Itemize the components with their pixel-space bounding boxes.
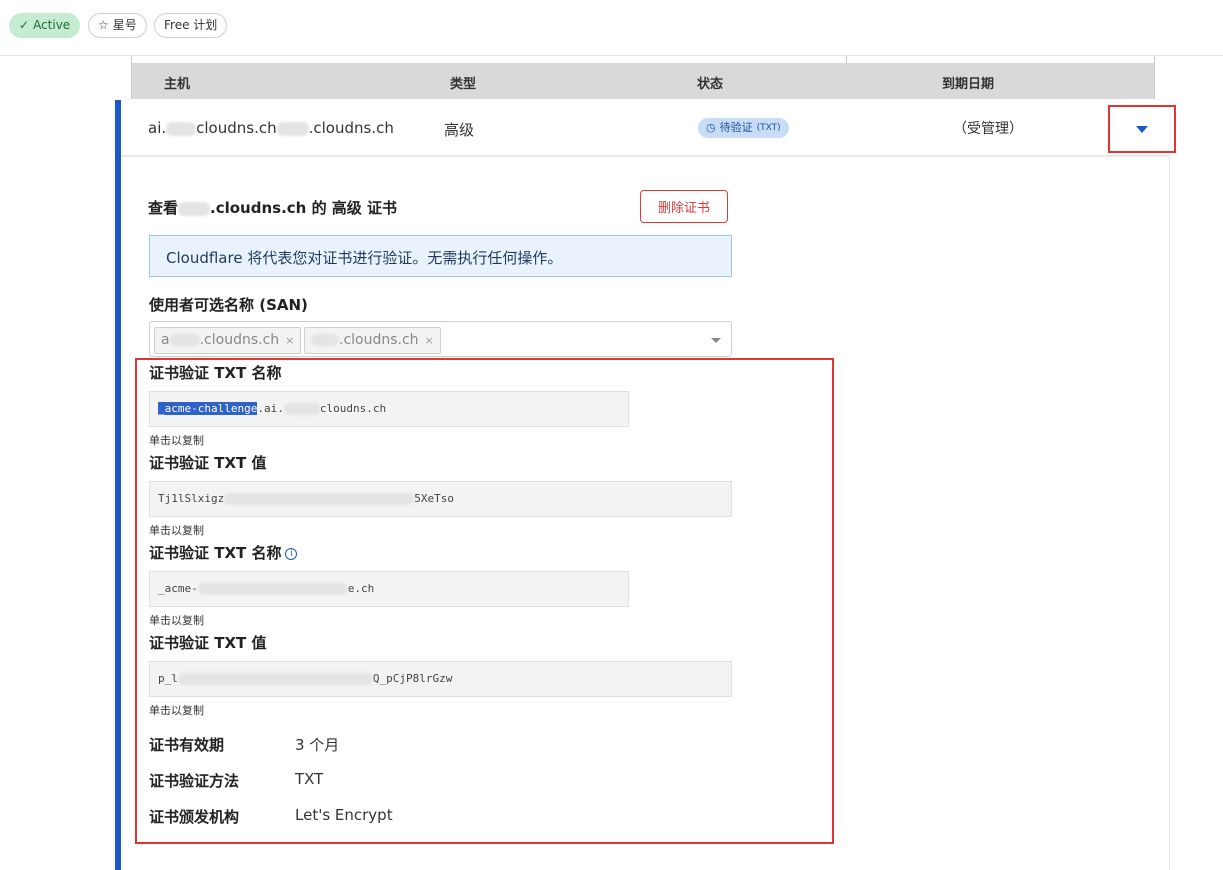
field-value-end: cloudns.ch (319, 402, 387, 415)
validity-label: 证书有效期 (149, 736, 225, 754)
field-value-end: e.ch (347, 582, 375, 595)
row-hosts: ai. cloudns.ch .cloudns.ch (148, 119, 394, 137)
star-label: 星号 (112, 18, 137, 32)
field-value-end: 5XeTso (414, 492, 454, 505)
star-icon: ☆ (98, 18, 109, 32)
redacted-text (311, 334, 339, 346)
certificates-table-header: 主机 类型 状态 到期日期 (131, 63, 1155, 99)
delete-certificate-button[interactable]: 删除证书 (640, 190, 728, 223)
san-label: 使用者可选名称 (SAN) (149, 296, 308, 314)
validation-method-label: 证书验证方法 (149, 772, 240, 790)
column-type: 类型 (450, 77, 477, 92)
info-banner: Cloudflare 将代表您对证书进行验证。无需执行任何操作。 (149, 235, 732, 277)
san-chip-text: a .cloudns.ch (161, 332, 280, 348)
status-method: (TXT) (756, 123, 781, 133)
host-second-domain: .cloudns.ch (308, 119, 394, 137)
redacted-text (169, 334, 200, 346)
txt-name-field[interactable]: _acme-challenge.ai. cloudns.ch (149, 391, 629, 427)
title-suffix: .cloudns.ch 的 高级 证书 (210, 199, 398, 217)
active-status-badge: ✓ Active (9, 13, 81, 38)
host-prefix: ai. (148, 119, 167, 137)
panel-title: 查看 .cloudns.ch 的 高级 证书 (148, 197, 397, 218)
clock-icon: ◷ (706, 121, 716, 134)
validity-value: 3 个月 (295, 736, 340, 754)
caret-down-icon (1136, 125, 1148, 133)
txt-value-label: 证书验证 TXT 值 (149, 634, 267, 652)
certificate-row[interactable]: ai. cloudns.ch .cloudns.ch 高级 ◷ 待验证 (TXT) … (115, 100, 1176, 156)
host-first-domain: cloudns.ch (196, 119, 277, 137)
txt-name-label: 证书验证 TXT 名称 (149, 364, 282, 382)
txt-value-field[interactable]: Tj1lSlxigz 5XeTso (149, 481, 732, 517)
title-prefix: 查看 (148, 199, 179, 217)
field-value: p_l (158, 672, 178, 685)
redacted-text (166, 121, 197, 136)
column-status: 状态 (697, 77, 724, 92)
expand-row-button[interactable] (1108, 105, 1176, 153)
active-label: Active (33, 18, 71, 32)
info-icon[interactable]: i (285, 547, 298, 560)
table-border (846, 56, 847, 63)
copy-hint: 单击以复制 (149, 434, 204, 447)
selected-text: _acme-challenge (158, 402, 258, 415)
field-value: Tj1lSlxigz (158, 492, 225, 505)
zone-header-bar: ✓ Active ☆ 星号 Free 计划 (0, 0, 1223, 56)
san-chip: a .cloudns.ch × (154, 327, 302, 354)
remove-chip-icon[interactable]: × (425, 328, 434, 353)
field-value: _acme- (158, 582, 198, 595)
redacted-text (224, 493, 415, 505)
redacted-text (178, 201, 211, 216)
remove-chip-icon[interactable]: × (285, 328, 294, 353)
redacted-text (197, 583, 348, 595)
column-host: 主机 (164, 77, 191, 92)
status-text: 待验证 (719, 121, 753, 134)
issuer-label: 证书颁发机构 (149, 808, 240, 826)
txt-name-field[interactable]: _acme-e.ch (149, 571, 629, 607)
validation-method-value: TXT (295, 770, 324, 788)
row-type: 高级 (444, 121, 475, 139)
row-expiry: （受管理） (953, 121, 1023, 137)
san-multiselect[interactable]: a .cloudns.ch × .cloudns.ch × (149, 321, 732, 357)
field-value-end: Q_pCjP8lrGzw (372, 672, 453, 685)
copy-hint: 单击以复制 (149, 704, 204, 717)
label-text: 证书验证 TXT 名称 (149, 544, 282, 562)
pending-validation-badge: ◷ 待验证 (TXT) (698, 118, 789, 138)
star-button[interactable]: ☆ 星号 (88, 13, 147, 38)
copy-hint: 单击以复制 (149, 524, 204, 537)
redacted-text (283, 403, 320, 415)
copy-hint: 单击以复制 (149, 614, 204, 627)
issuer-value: Let's Encrypt (295, 806, 393, 824)
san-chip-text: .cloudns.ch (311, 328, 419, 353)
dropdown-caret-icon[interactable] (711, 338, 721, 343)
field-value: .ai. (257, 402, 284, 415)
san-chip: .cloudns.ch × (304, 327, 441, 354)
column-expiry: 到期日期 (942, 77, 995, 92)
plan-badge[interactable]: Free 计划 (154, 13, 228, 38)
certificate-detail-panel: 查看 .cloudns.ch 的 高级 证书 删除证书 Cloudflare 将代… (121, 157, 1170, 870)
txt-value-label: 证书验证 TXT 值 (149, 454, 267, 472)
plan-label: Free 计划 (164, 18, 218, 32)
redacted-text (276, 121, 309, 136)
txt-value-field[interactable]: p_l Q_pCjP8lrGzw (149, 661, 732, 697)
txt-name-label: 证书验证 TXT 名称 i (149, 542, 298, 563)
check-icon: ✓ (19, 18, 30, 32)
redacted-text (177, 673, 373, 685)
